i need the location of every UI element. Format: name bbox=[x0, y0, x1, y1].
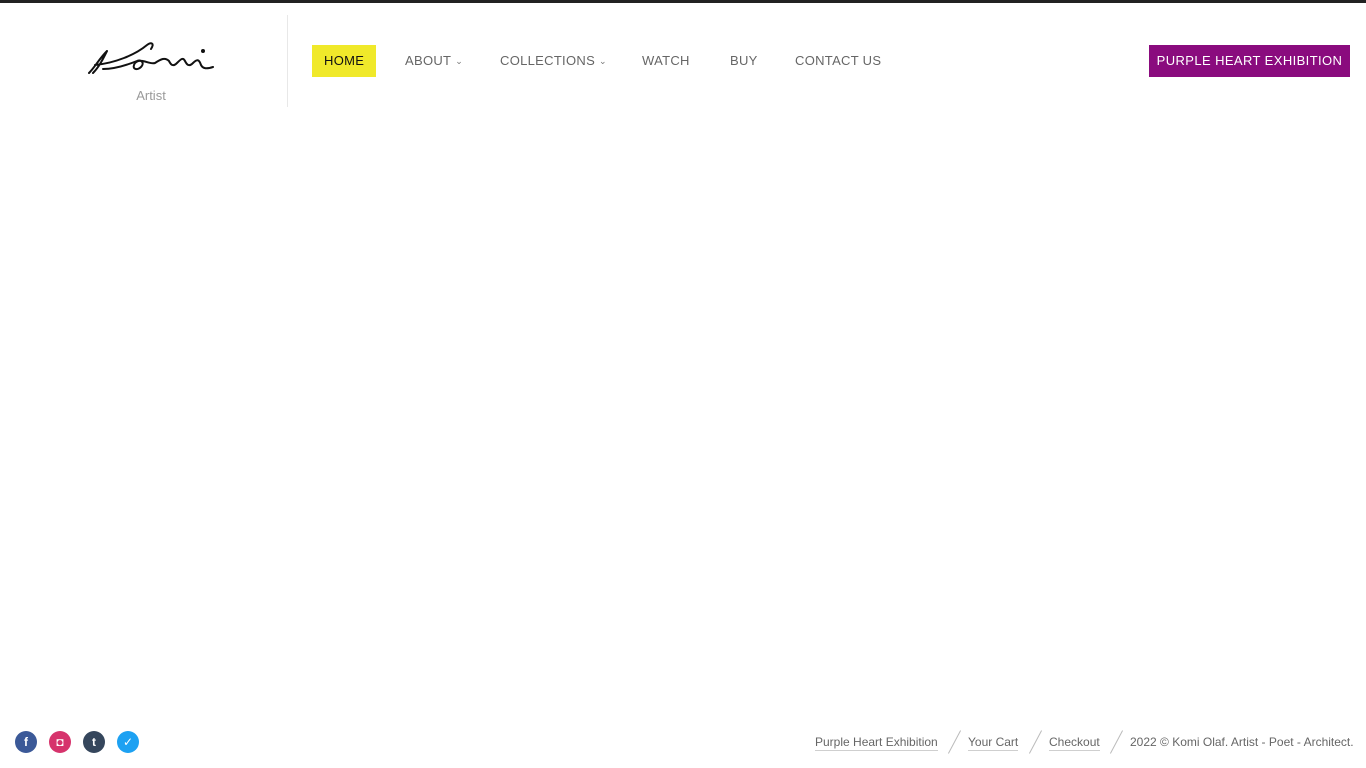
nav-collections-label: COLLECTIONS bbox=[500, 53, 596, 68]
footer-links: Purple Heart Exhibition Your Cart Checko… bbox=[815, 730, 1354, 754]
footer-link-your-cart[interactable]: Your Cart bbox=[968, 734, 1019, 751]
nav-about[interactable]: ABOUT ⌄ bbox=[405, 45, 463, 77]
twitter-icon[interactable]: ✓ bbox=[117, 731, 139, 753]
purple-heart-exhibition-button[interactable]: PURPLE HEART EXHIBITION bbox=[1149, 45, 1350, 77]
nav-watch-label: WATCH bbox=[642, 53, 690, 68]
logo-area[interactable]: Artist bbox=[0, 15, 288, 107]
copyright-text: 2022 © Komi Olaf. Artist - Poet - Archit… bbox=[1130, 735, 1354, 749]
nav-contact-label: CONTACT US bbox=[795, 53, 882, 68]
nav-buy[interactable]: BUY bbox=[730, 45, 758, 77]
footer-link-purple-heart-exhibition[interactable]: Purple Heart Exhibition bbox=[815, 734, 938, 751]
footer-separator bbox=[1028, 730, 1043, 754]
chevron-down-icon: ⌄ bbox=[599, 56, 607, 66]
site-header: Artist HOME ABOUT ⌄ COLLECTIONS ⌄ WATCH BU… bbox=[0, 3, 1366, 115]
chevron-down-icon: ⌄ bbox=[455, 56, 464, 66]
nav-contact-us[interactable]: CONTACT US bbox=[795, 45, 881, 77]
instagram-icon[interactable]: ◘ bbox=[49, 731, 71, 753]
nav-collections[interactable]: COLLECTIONS ⌄ bbox=[500, 45, 607, 77]
nav-watch[interactable]: WATCH bbox=[642, 45, 690, 77]
signature-logo[interactable] bbox=[85, 29, 217, 75]
nav-buy-label: BUY bbox=[730, 53, 758, 68]
nav-home-label: HOME bbox=[324, 53, 365, 68]
facebook-icon[interactable]: f bbox=[15, 731, 37, 753]
logo-tagline: Artist bbox=[136, 88, 166, 103]
footer-separator bbox=[1109, 730, 1124, 754]
nav-home[interactable]: HOME bbox=[312, 45, 377, 77]
footer-separator bbox=[947, 730, 962, 754]
nav-about-label: ABOUT bbox=[405, 53, 452, 68]
tumblr-icon[interactable]: t bbox=[83, 731, 105, 753]
footer-link-checkout[interactable]: Checkout bbox=[1049, 734, 1100, 751]
